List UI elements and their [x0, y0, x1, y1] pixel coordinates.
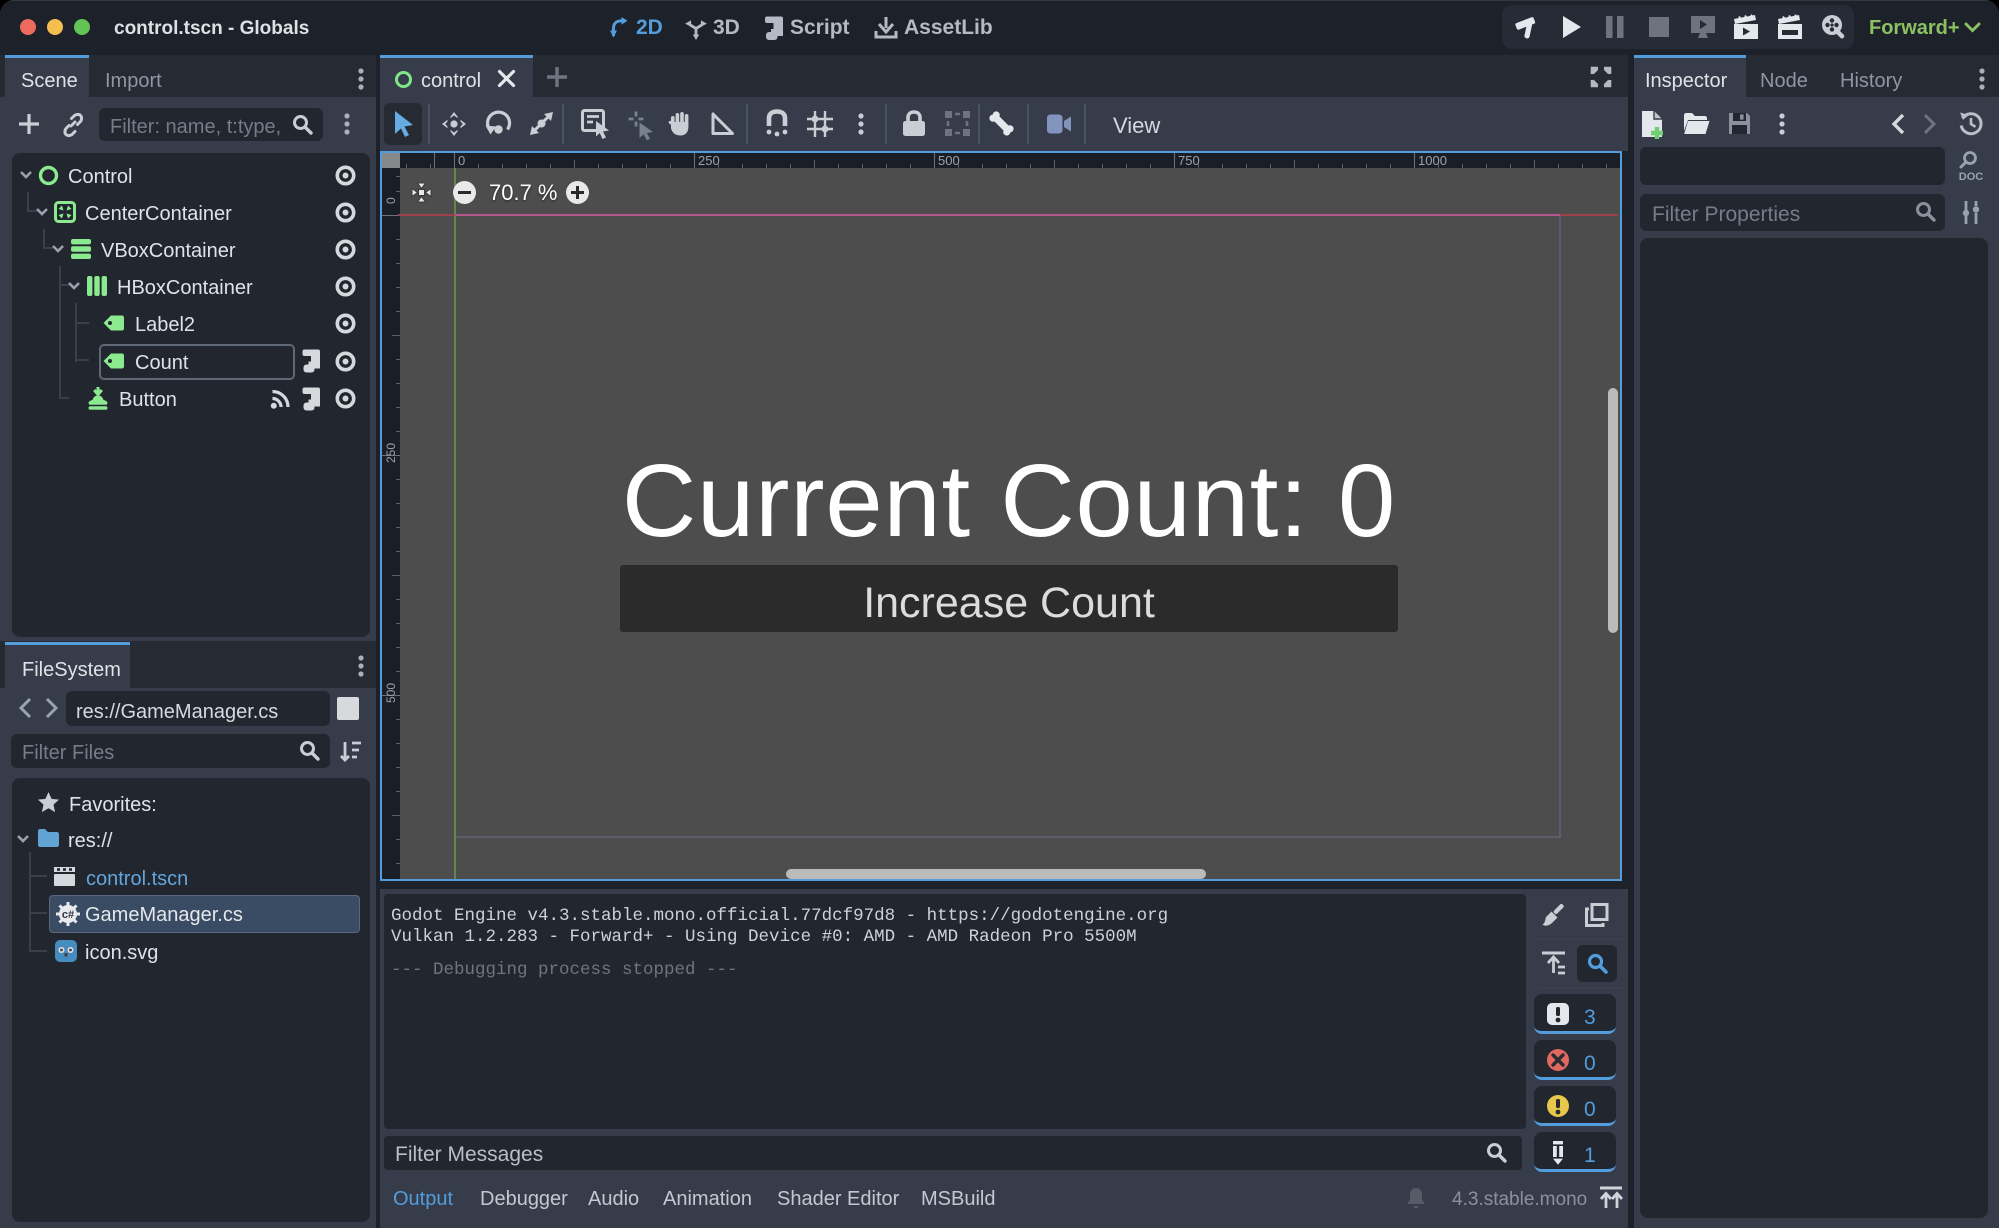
- svg-text:DOC: DOC: [1959, 171, 1984, 183]
- svg-text:c#: c#: [62, 909, 74, 921]
